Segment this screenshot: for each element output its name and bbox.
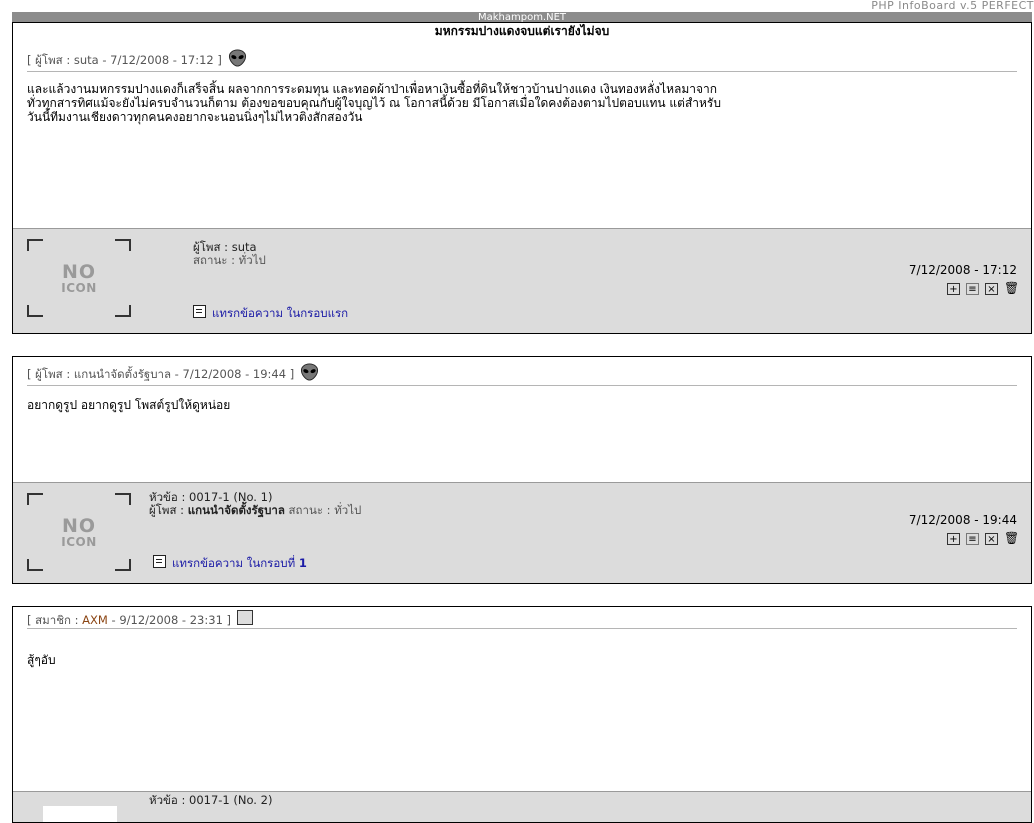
body-line: วันนี้ทีมงานเชียงดาวทุกคนคงอยากจะนอนนิ่ง… [27, 110, 363, 124]
no-icon-avatar: NO ICON [27, 239, 131, 317]
post-tools: + ≡ × 🗑 [941, 531, 1019, 545]
post-header: [ ผู้โพส : suta - 7/12/2008 - 17:12 ] [13, 39, 1031, 71]
alien-icon [228, 49, 246, 67]
poster-info: หัวข้อ : 0017-1 (No. 2) [149, 794, 272, 807]
insert-label: แทรกข้อความ ในกรอบที่ [172, 556, 299, 570]
post-body: และแล้วงานมหกรรมปางแดงก็เสร็จสิ้น ผลจากก… [13, 72, 1031, 124]
status-label: สถานะ : [193, 253, 239, 267]
insert-icon [193, 305, 206, 318]
post-footer: NO ICON ผู้โพส : suta สถานะ : ทั่วไป แทร… [13, 228, 1031, 333]
post-datetime: 9/12/2008 - 23:31 [119, 613, 223, 627]
body-line: และแล้วงานมหกรรมปางแดงก็เสร็จสิ้น ผลจากก… [27, 82, 718, 96]
status-value: ทั่วไป [334, 503, 362, 517]
post-header: [ ผู้โพส : แกนนำจัดตั้งรัฐบาล - 7/12/200… [13, 357, 1031, 385]
no-icon-avatar: NO ICON [27, 493, 131, 571]
add-icon[interactable]: + [947, 283, 960, 295]
post-1: มหกรรมปางแดงจบแต่เรายังไม่จบ [ ผู้โพส : … [12, 22, 1032, 334]
site-bar: Makhampom.NET [12, 12, 1032, 23]
topic-value: 0017-1 (No. 2) [189, 793, 273, 807]
topic-title: มหกรรมปางแดงจบแต่เรายังไม่จบ [434, 24, 610, 38]
avatar-text: ICON [61, 281, 97, 295]
post-body: อยากดูรูป อยากดูรูป โพสต์รูปให้ดูหน่อย [13, 386, 1031, 412]
avatar-text: NO [61, 515, 97, 537]
poster-info: ผู้โพส : suta สถานะ : ทั่วไป [193, 241, 266, 267]
edit-icon[interactable]: × [985, 533, 998, 545]
board-version: PHP InfoBoard v.5 PERFECT [871, 0, 1034, 12]
edit-icon[interactable]: × [985, 283, 998, 295]
delete-icon[interactable]: 🗑 [1004, 532, 1019, 545]
avatar-text: ICON [61, 535, 97, 549]
post-author: AXM [82, 613, 108, 627]
body-line: อยากดูรูป อยากดูรูป โพสต์รูปให้ดูหน่อย [27, 398, 231, 412]
post-2: [ ผู้โพส : แกนนำจัดตั้งรัฐบาล - 7/12/200… [12, 356, 1032, 584]
status-label: สถานะ : [284, 503, 335, 517]
quote-icon[interactable]: ≡ [966, 533, 979, 545]
status-value: ทั่วไป [238, 253, 266, 267]
poster-name: แกนนำจัดตั้งรัฐบาล [187, 503, 285, 517]
member-card-icon [236, 610, 253, 625]
poster-info: หัวข้อ : 0017-1 (No. 1) ผู้โพส : แกนนำจั… [149, 491, 361, 517]
post-tools: + ≡ × 🗑 [941, 281, 1019, 295]
alien-icon [300, 363, 318, 381]
footer-datetime: 7/12/2008 - 17:12 [908, 263, 1017, 277]
body-line: ทั่วทุกสารทิศแม้จะยังไม่ครบจำนวนก็ตาม ต้… [27, 96, 721, 110]
topic-value: 0017-1 (No. 1) [189, 490, 273, 504]
quote-icon[interactable]: ≡ [966, 283, 979, 295]
header-label: สมาชิก [35, 613, 71, 627]
topic-label: หัวข้อ : [149, 490, 189, 504]
post-footer: NO ICON หัวข้อ : 0017-1 (No. 1) ผู้โพส :… [13, 482, 1031, 583]
post-author: suta [73, 53, 99, 67]
post-3: [ สมาชิก : AXM - 9/12/2008 - 23:31 ] สู้… [12, 606, 1032, 823]
poster-label: ผู้โพส : [193, 240, 232, 254]
poster-name: suta [231, 240, 257, 254]
insert-message-link[interactable]: แทรกข้อความ ในกรอบแรก [193, 305, 348, 323]
post-body: สู้ๆอับ [13, 629, 1031, 667]
post-author: แกนนำจัดตั้งรัฐบาล [73, 367, 172, 381]
avatar-text: NO [61, 261, 97, 283]
insert-frame-number: 1 [298, 556, 307, 570]
poster-label: ผู้โพส : [149, 503, 188, 517]
header-label: ผู้โพส [35, 53, 63, 67]
delete-icon[interactable]: 🗑 [1004, 282, 1019, 295]
header-label: ผู้โพส [35, 367, 63, 381]
footer-datetime: 7/12/2008 - 19:44 [908, 513, 1017, 527]
insert-message-link[interactable]: แทรกข้อความ ในกรอบที่ 1 [153, 555, 307, 573]
add-icon[interactable]: + [947, 533, 960, 545]
insert-icon [153, 555, 166, 568]
insert-label: แทรกข้อความ ในกรอบแรก [212, 306, 349, 320]
topic-label: หัวข้อ : [149, 793, 189, 807]
post-datetime: 7/12/2008 - 19:44 [182, 367, 287, 381]
post-footer: หัวข้อ : 0017-1 (No. 2) [13, 791, 1031, 822]
avatar-placeholder [43, 806, 117, 822]
post-datetime: 7/12/2008 - 17:12 [110, 53, 214, 67]
body-line: สู้ๆอับ [27, 653, 56, 667]
